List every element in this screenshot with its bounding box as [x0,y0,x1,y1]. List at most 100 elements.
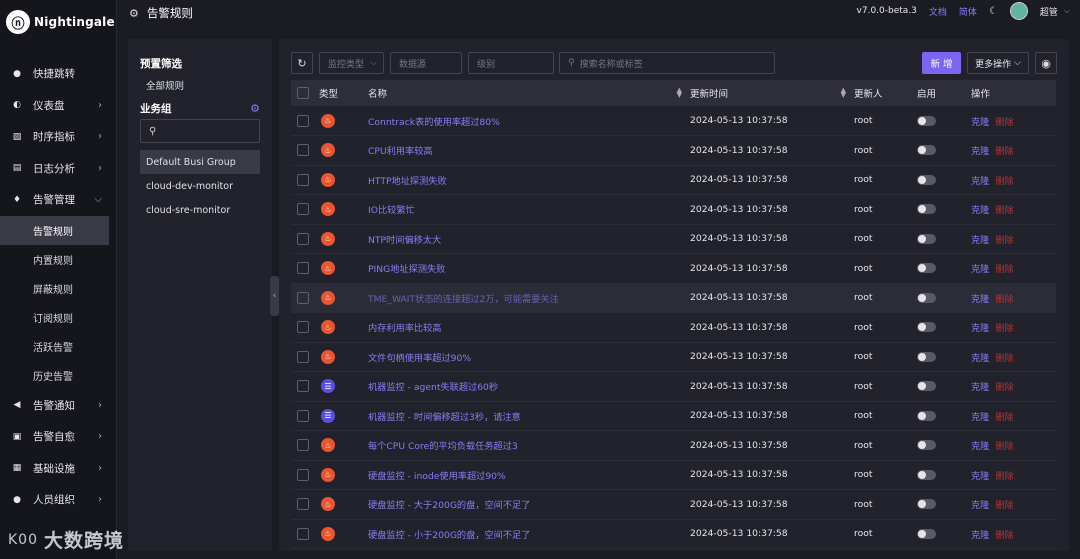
row-select-cell[interactable] [291,431,319,461]
enable-toggle[interactable] [917,145,936,156]
enabled-cell[interactable] [917,283,971,313]
delete-link[interactable]: 删除 [995,176,1013,187]
sidebar-item[interactable]: ▤ 日志分析 › [0,153,116,185]
enabled-cell[interactable] [917,372,971,402]
sidebar-item[interactable]: ◐ 仪表盘 › [0,90,116,122]
delete-link[interactable]: 删除 [995,471,1013,482]
row-select-cell[interactable] [291,490,319,520]
rule-name-link[interactable]: CPU利用率较高 [368,146,433,157]
enabled-cell[interactable] [917,431,971,461]
enable-toggle[interactable] [917,174,936,185]
clone-link[interactable]: 克隆 [971,146,989,157]
clone-link[interactable]: 克隆 [971,353,989,364]
enable-toggle[interactable] [917,233,936,244]
rule-name-link[interactable]: HTTP地址探测失败 [368,176,447,187]
table-row[interactable]: ♨ 硬盘监控 - 小于200G的盘，空间不足了 2024-05-13 10:37:5… [291,519,1056,549]
delete-link[interactable]: 删除 [995,146,1013,157]
sidebar-subitem[interactable]: 历史告警 [0,361,116,390]
clone-link[interactable]: 克隆 [971,323,989,334]
sort-icon[interactable]: ▲ ▼ [677,87,682,99]
enabled-cell[interactable] [917,224,971,254]
rule-search-input[interactable]: ⚲ 搜索名称或标签 [559,52,775,74]
enabled-cell[interactable] [917,195,971,225]
table-row[interactable]: ♨ Conntrack表的使用率超过80% 2024-05-13 10:37:58 r… [291,106,1056,136]
all-rules-filter[interactable]: 全部规则 [128,73,272,97]
table-row[interactable]: ☰ 机器监控 - agent失联超过60秒 2024-05-13 10:37:58 r… [291,372,1056,402]
checkbox[interactable] [297,173,309,186]
clone-link[interactable]: 克隆 [971,264,989,275]
row-select-cell[interactable] [291,106,319,136]
table-row[interactable]: ♨ NTP时间偏移太大 2024-05-13 10:37:58 root 克隆 删除 [291,224,1056,254]
severity-select[interactable]: 级别 [468,52,554,74]
checkbox[interactable] [297,380,309,393]
rule-name-link[interactable]: 硬盘监控 - 小于200G的盘，空间不足了 [368,530,530,541]
user-name[interactable]: 超管 [1040,5,1058,18]
checkbox[interactable] [297,232,309,245]
rule-name-link[interactable]: 机器监控 - agent失联超过60秒 [368,382,498,393]
collapse-panel-handle[interactable]: ‹ [270,276,279,316]
table-row[interactable]: ♨ TME_WAIT状态的连接超过2万，可能需要关注 2024-05-13 10:3… [291,283,1056,313]
sidebar-item[interactable]: ● 人员组织 › [0,484,116,516]
sidebar-subitem[interactable]: 告警规则 [0,215,109,245]
sidebar-subitem[interactable]: 活跃告警 [0,332,116,361]
name-cell[interactable]: IO比较繁忙 [368,195,690,225]
header-name[interactable]: 名称 ▲ ▼ [368,80,690,106]
business-group-item[interactable]: Default Busi Group [140,150,260,174]
clone-link[interactable]: 克隆 [971,500,989,511]
table-row[interactable]: ♨ 文件句柄使用率超过90% 2024-05-13 10:37:58 root 克隆 删除 [291,342,1056,372]
checkbox[interactable] [297,350,309,363]
docs-link[interactable]: 文档 [929,5,947,18]
enable-toggle[interactable] [917,410,936,421]
table-row[interactable]: ♨ HTTP地址探测失败 2024-05-13 10:37:58 root 克隆 删除 [291,165,1056,195]
enable-toggle[interactable] [917,440,936,451]
table-row[interactable]: ♨ PING地址探测失败 2024-05-13 10:37:58 root 克隆 删除 [291,254,1056,283]
table-row[interactable]: ☰ 机器监控 - 时间偏移超过3秒，请注意 2024-05-13 10:37:58 r… [291,401,1056,431]
enabled-cell[interactable] [917,342,971,372]
group-search-input[interactable]: ⚲ [140,119,260,143]
delete-link[interactable]: 删除 [995,117,1013,128]
enable-toggle[interactable] [917,499,936,510]
name-cell[interactable]: CPU利用率较高 [368,136,690,166]
clone-link[interactable]: 克隆 [971,176,989,187]
row-select-cell[interactable] [291,460,319,490]
name-cell[interactable]: 机器监控 - 时间偏移超过3秒，请注意 [368,401,690,431]
row-select-cell[interactable] [291,401,319,431]
checkbox[interactable] [297,409,309,422]
row-select-cell[interactable] [291,283,319,313]
row-select-cell[interactable] [291,342,319,372]
checkbox[interactable] [297,114,309,127]
checkbox[interactable] [297,468,309,481]
row-select-cell[interactable] [291,195,319,225]
name-cell[interactable]: TME_WAIT状态的连接超过2万，可能需要关注 [368,283,690,313]
checkbox[interactable] [297,87,309,99]
row-select-cell[interactable] [291,165,319,195]
enabled-cell[interactable] [917,136,971,166]
business-group-item[interactable]: cloud-dev-monitor [128,174,272,198]
name-cell[interactable]: 硬盘监控 - inode使用率超过90% [368,460,690,490]
name-cell[interactable]: 硬盘监控 - 大于200G的盘，空间不足了 [368,490,690,520]
enabled-cell[interactable] [917,313,971,343]
sidebar-item[interactable]: ♦ 告警管理 ⌵ [0,184,116,216]
rule-name-link[interactable]: TME_WAIT状态的连接超过2万，可能需要关注 [368,294,559,305]
enable-toggle[interactable] [917,322,936,333]
checkbox[interactable] [297,527,309,540]
clone-link[interactable]: 克隆 [971,294,989,305]
delete-link[interactable]: 删除 [995,264,1013,275]
sidebar-item[interactable]: ▣ 告警自愈 › [0,421,116,453]
delete-link[interactable]: 删除 [995,441,1013,452]
rule-name-link[interactable]: Conntrack表的使用率超过80% [368,117,500,128]
table-row[interactable]: ♨ IO比较繁忙 2024-05-13 10:37:58 root 克隆 删除 [291,195,1056,225]
checkbox[interactable] [297,203,309,216]
rule-name-link[interactable]: 文件句柄使用率超过90% [368,353,471,364]
checkbox[interactable] [297,321,309,334]
table-row[interactable]: ♨ 内存利用率比较高 2024-05-13 10:37:58 root 克隆 删除 [291,313,1056,343]
enabled-cell[interactable] [917,401,971,431]
delete-link[interactable]: 删除 [995,323,1013,334]
clone-link[interactable]: 克隆 [971,530,989,541]
enabled-cell[interactable] [917,165,971,195]
name-cell[interactable]: Conntrack表的使用率超过80% [368,106,690,136]
name-cell[interactable]: 硬盘监控 - 小于200G的盘，空间不足了 [368,519,690,549]
rule-name-link[interactable]: 硬盘监控 - inode使用率超过90% [368,471,506,482]
delete-link[interactable]: 删除 [995,235,1013,246]
checkbox[interactable] [297,144,309,157]
